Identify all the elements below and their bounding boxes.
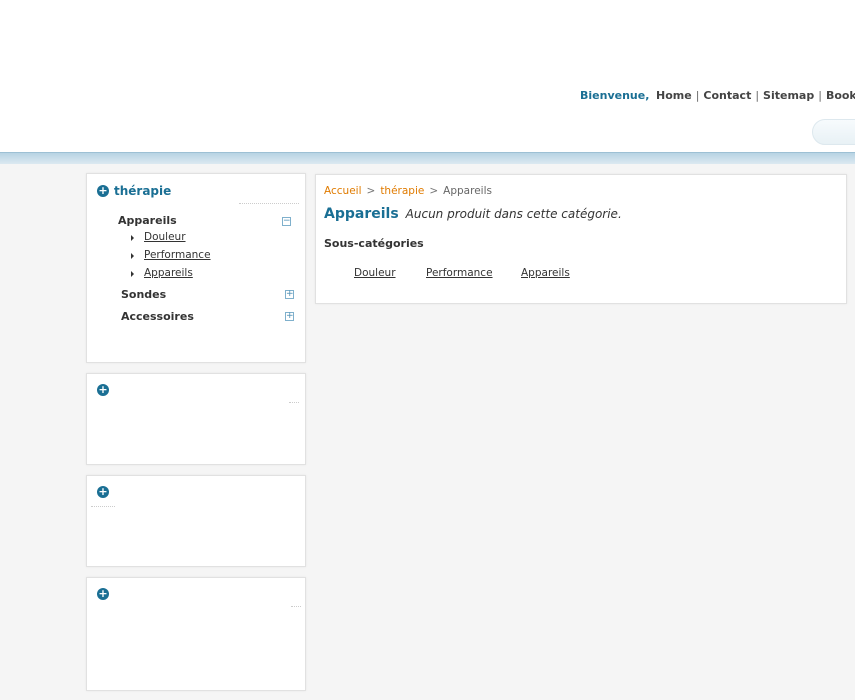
nav-separator: |: [755, 89, 760, 102]
search-input[interactable]: [812, 119, 855, 145]
bullet-icon: [131, 235, 134, 241]
bullet-icon: [131, 253, 134, 259]
breadcrumb-separator: >: [429, 185, 439, 197]
sidebar-box: +: [86, 373, 306, 465]
subcategories-heading: Sous-catégories: [324, 237, 424, 250]
empty-message: Aucun produit dans cette catégorie.: [405, 207, 622, 221]
plus-circle-icon: +: [97, 485, 109, 498]
expand-icon[interactable]: +: [285, 312, 294, 321]
main-content: Accueil > thérapie > Appareils Appareils Aucu…: [315, 174, 847, 304]
sidebar-subitem-appareils[interactable]: Appareils: [144, 267, 193, 279]
welcome-text: Bienvenue,: [580, 89, 650, 102]
sidebar-box: +: [86, 475, 306, 567]
nav-bookmark-link[interactable]: Bookmark: [826, 89, 855, 102]
page-heading: Appareils Aucun produit dans cette catégo…: [324, 206, 622, 222]
breadcrumb-current: Appareils: [443, 185, 492, 197]
sidebar-box-title: +: [97, 384, 109, 396]
breadcrumb-separator: >: [366, 185, 376, 197]
subcategory-link-douleur[interactable]: Douleur: [354, 267, 396, 279]
subcategory-link-performance[interactable]: Performance: [426, 267, 493, 279]
category-box-title: + thérapie: [97, 184, 171, 198]
category-menu-box: + thérapie Appareils − Douleur Performan…: [86, 173, 306, 363]
title-divider: [239, 203, 299, 204]
sidebar-box: +: [86, 577, 306, 691]
sidebar-item-accessoires[interactable]: Accessoires: [121, 310, 194, 323]
nav-home-link[interactable]: Home: [656, 89, 692, 102]
header-band: [0, 152, 855, 164]
expand-icon[interactable]: +: [285, 290, 294, 299]
breadcrumb: Accueil > thérapie > Appareils: [324, 185, 492, 197]
nav-sitemap-link[interactable]: Sitemap: [763, 89, 814, 102]
sidebar-subitem-douleur[interactable]: Douleur: [144, 231, 186, 243]
breadcrumb-parent-link[interactable]: thérapie: [380, 185, 424, 197]
bullet-icon: [131, 271, 134, 277]
category-title-text: thérapie: [114, 184, 172, 198]
breadcrumb-home-link[interactable]: Accueil: [324, 185, 362, 197]
title-divider: [289, 402, 299, 403]
site-header: Bienvenue, Home|Contact|Sitemap|Bookmark: [0, 0, 855, 152]
sidebar-box-title: +: [97, 588, 109, 600]
title-divider: [291, 606, 301, 607]
plus-circle-icon: +: [97, 184, 109, 197]
sidebar-box-title: +: [97, 486, 109, 498]
sidebar-subitem-performance[interactable]: Performance: [144, 249, 211, 261]
plus-circle-icon: +: [97, 383, 109, 396]
sidebar-item-appareils[interactable]: Appareils: [118, 214, 177, 227]
nav-separator: |: [818, 89, 822, 102]
page-title: Appareils: [324, 206, 399, 222]
collapse-icon[interactable]: −: [282, 217, 291, 226]
nav-contact-link[interactable]: Contact: [703, 89, 751, 102]
nav-separator: |: [695, 89, 700, 102]
title-divider: [91, 506, 115, 507]
plus-circle-icon: +: [97, 587, 109, 600]
top-navigation: Home|Contact|Sitemap|Bookmark: [656, 89, 855, 102]
sidebar-item-sondes[interactable]: Sondes: [121, 288, 166, 301]
subcategory-link-appareils[interactable]: Appareils: [521, 267, 570, 279]
